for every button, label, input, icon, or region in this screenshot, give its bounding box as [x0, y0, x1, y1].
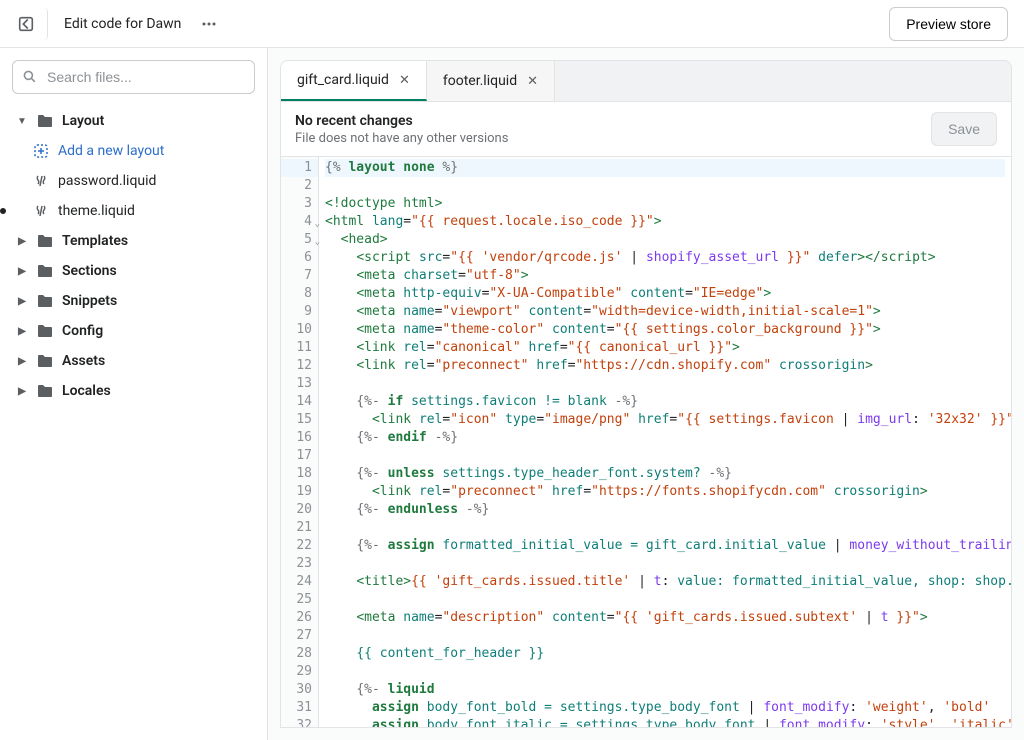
folder-icon	[36, 352, 54, 370]
tab-label: gift_card.liquid	[297, 72, 389, 88]
folder-label: Templates	[62, 233, 128, 249]
file-sidebar: ▼ Layout Add a new layout password.liqui…	[0, 48, 268, 740]
folder-config[interactable]: ▶ Config	[8, 316, 259, 346]
caret-right-icon: ▶	[16, 356, 28, 367]
folder-icon	[36, 292, 54, 310]
page-title: Edit code for Dawn	[64, 16, 181, 32]
folder-label: Locales	[62, 383, 111, 399]
folder-snippets[interactable]: ▶ Snippets	[8, 286, 259, 316]
folder-templates[interactable]: ▶ Templates	[8, 226, 259, 256]
exit-icon	[17, 15, 35, 33]
modified-dot-icon	[0, 208, 6, 214]
add-layout-action[interactable]: Add a new layout	[8, 136, 259, 166]
folder-icon	[36, 382, 54, 400]
caret-down-icon: ▼	[16, 116, 28, 127]
folder-icon	[36, 262, 54, 280]
liquid-file-icon	[32, 202, 50, 220]
folder-label: Snippets	[62, 293, 117, 309]
search-icon	[22, 69, 38, 85]
folder-assets[interactable]: ▶ Assets	[8, 346, 259, 376]
tab-footer[interactable]: footer.liquid ✕	[427, 61, 555, 101]
folder-icon	[36, 322, 54, 340]
more-menu-button[interactable]	[197, 12, 221, 36]
code-editor[interactable]: 1234⌄5⌄678910111213141516171819202122232…	[280, 157, 1012, 728]
caret-right-icon: ▶	[16, 266, 28, 277]
folder-layout[interactable]: ▼ Layout	[8, 106, 259, 136]
editor-tabs: gift_card.liquid ✕ footer.liquid ✕	[280, 60, 1012, 102]
tab-gift-card[interactable]: gift_card.liquid ✕	[281, 61, 427, 101]
add-layout-icon	[32, 142, 50, 160]
close-icon[interactable]: ✕	[399, 73, 410, 88]
caret-right-icon: ▶	[16, 326, 28, 337]
folder-label: Layout	[62, 113, 104, 129]
close-icon[interactable]: ✕	[527, 74, 538, 89]
caret-right-icon: ▶	[16, 296, 28, 307]
file-status-heading: No recent changes	[295, 113, 508, 129]
topbar: Edit code for Dawn Preview store	[0, 0, 1024, 48]
file-password-liquid[interactable]: password.liquid	[8, 166, 259, 196]
folder-sections[interactable]: ▶ Sections	[8, 256, 259, 286]
code-area[interactable]: {% layout none %}<!doctype html><html la…	[319, 157, 1011, 727]
caret-right-icon: ▶	[16, 236, 28, 247]
folder-label: Config	[62, 323, 103, 339]
file-theme-liquid[interactable]: theme.liquid	[0, 196, 259, 226]
folder-label: Sections	[62, 263, 117, 279]
exit-button[interactable]	[16, 8, 48, 40]
kebab-icon	[201, 16, 217, 32]
folder-locales[interactable]: ▶ Locales	[8, 376, 259, 406]
folder-icon	[36, 232, 54, 250]
file-status-bar: No recent changes File does not have any…	[280, 102, 1012, 157]
file-status-sub: File does not have any other versions	[295, 131, 508, 146]
line-gutter: 1234⌄5⌄678910111213141516171819202122232…	[281, 157, 319, 727]
caret-right-icon: ▶	[16, 386, 28, 397]
folder-icon	[36, 112, 54, 130]
preview-store-button[interactable]: Preview store	[889, 7, 1008, 41]
save-button[interactable]: Save	[931, 112, 997, 146]
tab-label: footer.liquid	[443, 73, 517, 89]
liquid-file-icon	[32, 172, 50, 190]
folder-label: Assets	[62, 353, 105, 369]
file-label: theme.liquid	[58, 203, 135, 219]
search-input[interactable]	[12, 60, 255, 94]
editor-pane: gift_card.liquid ✕ footer.liquid ✕ No re…	[268, 48, 1024, 740]
file-label: password.liquid	[58, 173, 156, 189]
add-layout-label: Add a new layout	[58, 143, 164, 159]
